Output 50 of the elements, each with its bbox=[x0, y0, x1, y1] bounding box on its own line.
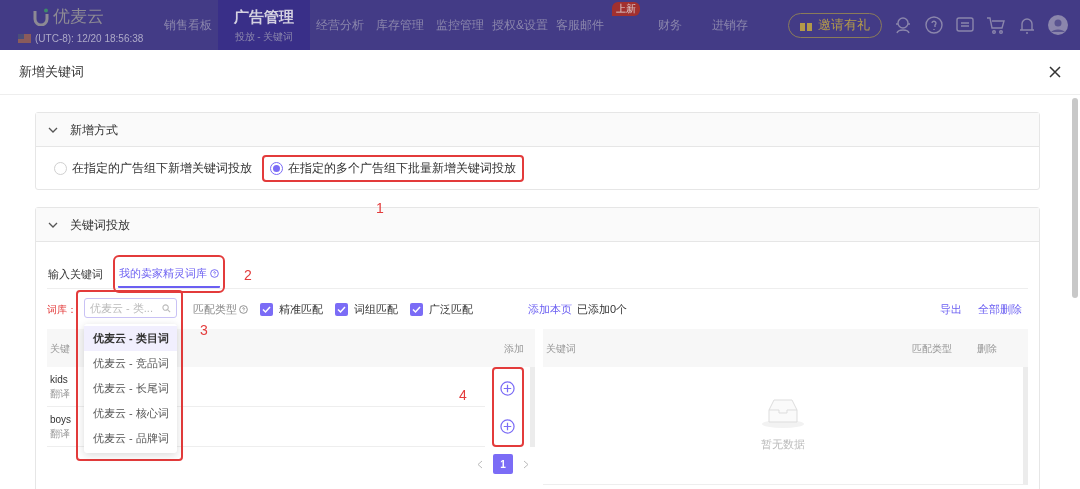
nav-item[interactable]: 广告管理 投放 - 关键词 bbox=[218, 0, 310, 50]
nav-subtitle: 投放 - 关键词 bbox=[234, 30, 294, 45]
dialog-title: 新增关键词 bbox=[19, 63, 84, 82]
nav-item[interactable]: 客服邮件 bbox=[550, 0, 610, 50]
tab[interactable]: 输入关键词 bbox=[47, 260, 104, 288]
annotation-number: 4 bbox=[459, 386, 467, 405]
match-checkbox[interactable]: 精准匹配 bbox=[260, 300, 323, 318]
nav-item[interactable]: 库存管理 bbox=[370, 0, 430, 50]
panel-title: 关键词投放 bbox=[70, 216, 130, 234]
dropdown-option[interactable]: 优麦云 - 核心词 bbox=[84, 401, 177, 426]
annotation-number: 2 bbox=[244, 266, 252, 285]
empty-text: 暂无数据 bbox=[761, 437, 805, 453]
panel-title: 新增方式 bbox=[70, 121, 118, 139]
new-badge: 上新 bbox=[612, 2, 640, 16]
search-placeholder: 优麦云 - 类... bbox=[90, 300, 153, 316]
nav-item[interactable]: 销售看板 bbox=[158, 0, 218, 50]
nav-item[interactable]: 监控管理 bbox=[430, 0, 490, 50]
annotation-number: 3 bbox=[200, 321, 208, 340]
nav-item[interactable]: 经营分析 bbox=[310, 0, 370, 50]
nav-item[interactable]: 授权&设置 bbox=[490, 0, 550, 50]
column-header: 关键词 bbox=[546, 341, 576, 356]
radio-option[interactable]: 在指定的广告组下新增关键词投放 bbox=[48, 154, 258, 182]
dropdown-option[interactable]: 优麦云 - 类目词 bbox=[84, 326, 177, 351]
added-count: 已添加0个 bbox=[577, 301, 628, 317]
dropdown-option[interactable]: 优麦云 - 竞品词 bbox=[84, 351, 177, 376]
column-header: 关键 bbox=[50, 341, 70, 356]
delete-all-link[interactable]: 全部删除 bbox=[978, 300, 1022, 318]
dropdown-option[interactable]: 优麦云 - 长尾词 bbox=[84, 376, 177, 401]
keyword-text: kids bbox=[50, 372, 68, 387]
logo-text: 优麦云 bbox=[53, 5, 104, 28]
annotation-number: 1 bbox=[376, 199, 384, 218]
dropdown-option[interactable]: 优麦云 - 品牌词 bbox=[84, 426, 177, 451]
radio-option[interactable]: 在指定的多个广告组下批量新增关键词投放 bbox=[262, 154, 524, 182]
tab[interactable]: 我的卖家精灵词库 bbox=[118, 260, 220, 288]
column-header: 添加 bbox=[504, 341, 524, 356]
clock-text: (UTC-8): 12/20 18:56:38 bbox=[35, 32, 144, 47]
column-header: 删除 bbox=[977, 341, 997, 356]
translate-link[interactable]: 翻译 bbox=[50, 386, 70, 401]
column-header: 匹配类型 bbox=[912, 341, 952, 356]
match-type-label: 匹配类型 bbox=[193, 300, 248, 318]
match-checkbox[interactable]: 广泛匹配 bbox=[410, 300, 473, 318]
translate-link[interactable]: 翻译 bbox=[50, 426, 70, 441]
match-checkbox[interactable]: 词组匹配 bbox=[335, 300, 398, 318]
export-link[interactable]: 导出 bbox=[940, 300, 962, 318]
nav-item[interactable]: 财务 bbox=[640, 0, 700, 50]
library-label: 词库： bbox=[47, 302, 77, 317]
add-page-link[interactable]: 添加本页 bbox=[528, 300, 572, 318]
page-button[interactable]: 1 bbox=[493, 454, 513, 474]
keyword-text: boys bbox=[50, 412, 72, 427]
nav-item[interactable]: 进销存 bbox=[700, 0, 760, 50]
